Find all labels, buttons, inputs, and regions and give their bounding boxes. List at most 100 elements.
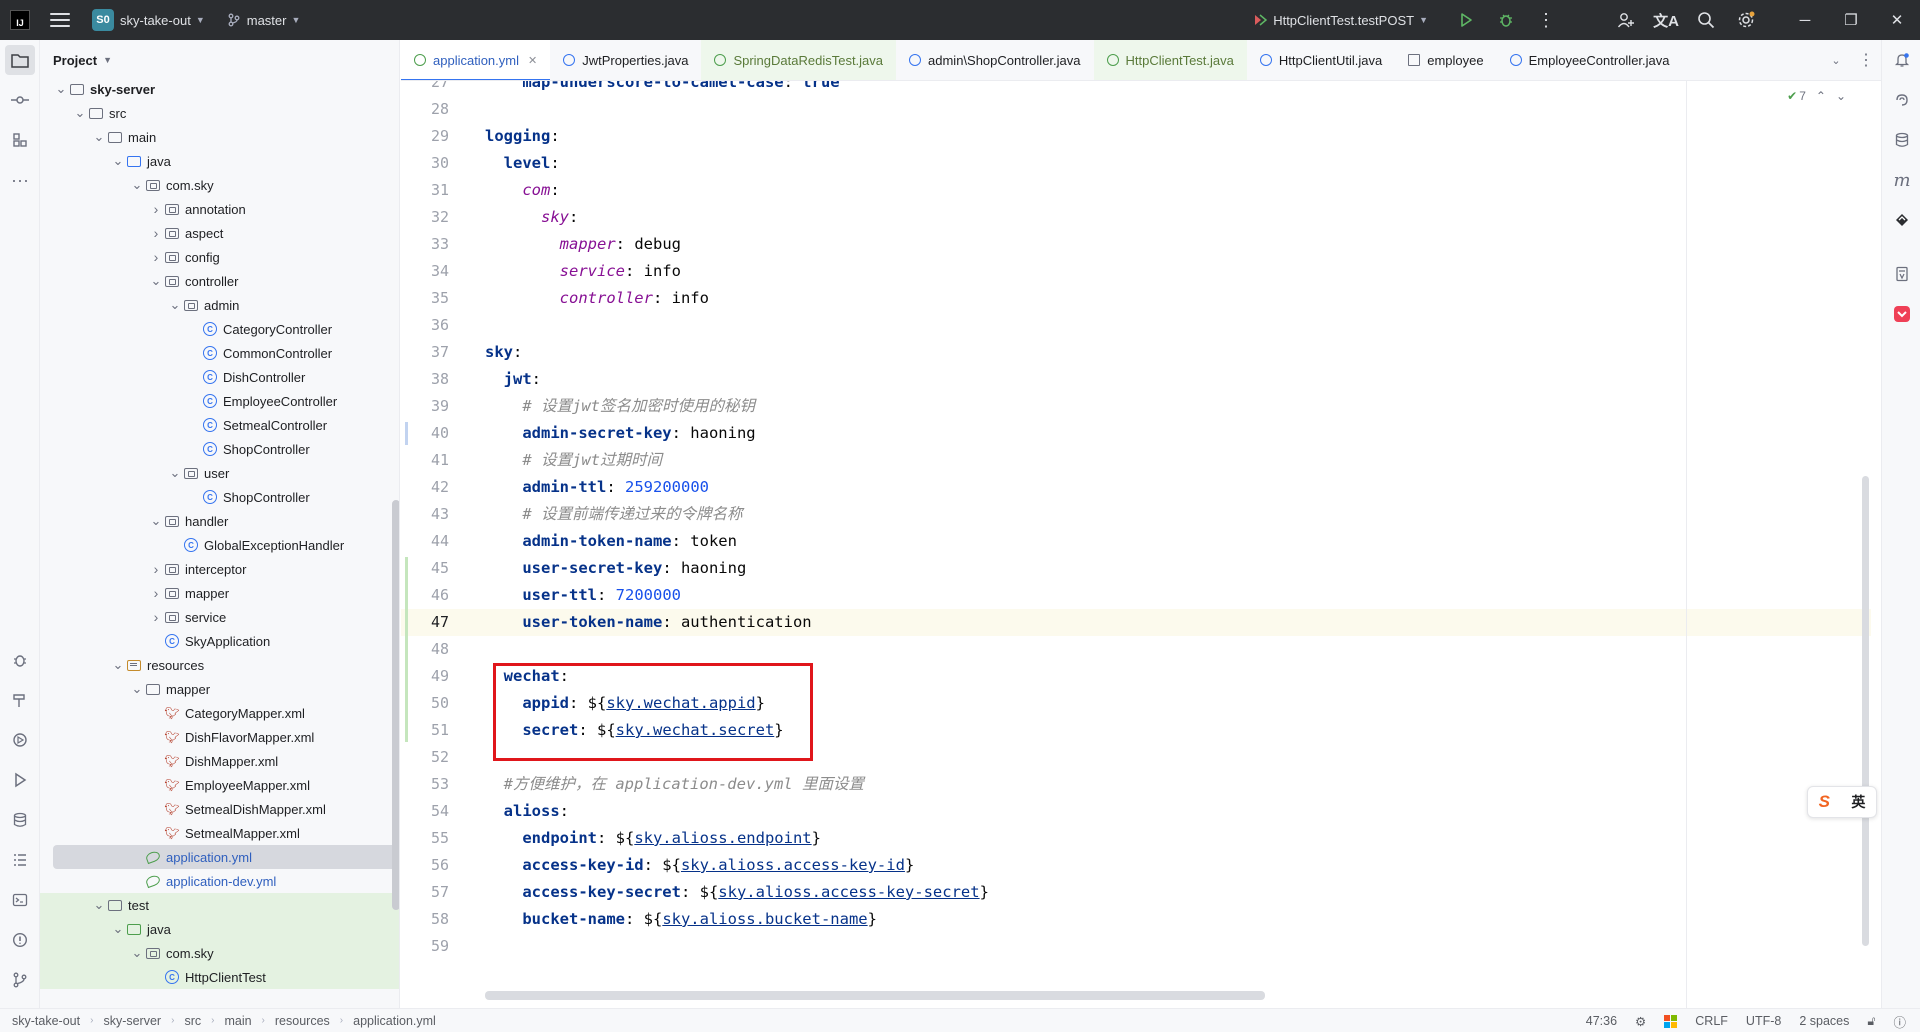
debug-tool-icon[interactable]	[0, 640, 40, 680]
code-line[interactable]: jwt:	[485, 366, 541, 393]
code-line[interactable]: controller: info	[485, 285, 709, 312]
hector-icon[interactable]: ⚙	[1635, 1014, 1646, 1029]
editor-tab[interactable]: EmployeeController.java	[1497, 40, 1683, 80]
editor-vertical-scrollbar[interactable]	[1862, 476, 1869, 946]
add-user-icon[interactable]	[1606, 0, 1646, 40]
debug-icon[interactable]	[1486, 0, 1526, 40]
structure-tool-icon[interactable]	[0, 120, 40, 160]
restore-button[interactable]: ❐	[1828, 0, 1874, 40]
tree-item[interactable]: 🐦︎ SetmealDishMapper.xml	[40, 797, 399, 821]
chevron-down-icon[interactable]: ⌄	[129, 177, 145, 193]
project-panel-header[interactable]: Project ▼	[40, 40, 399, 80]
property-reference[interactable]: sky.alioss.access-key-id	[681, 856, 905, 874]
tree-item[interactable]: ⌄ sky-server	[40, 77, 399, 101]
editor-tab[interactable]: JwtProperties.java	[550, 40, 701, 80]
code-line[interactable]: user-ttl: 7200000	[485, 582, 681, 609]
code-line[interactable]: #方便维护，在 application-dev.yml 里面设置	[485, 771, 864, 798]
close-tab-icon[interactable]: ✕	[528, 54, 537, 67]
tree-item[interactable]: C SetmealController	[40, 413, 399, 437]
inspection-widget[interactable]: ✔ 7 ⌃ ⌄	[1787, 89, 1846, 103]
breadcrumb-item[interactable]: resources	[275, 1014, 330, 1028]
tree-item[interactable]: ⌄ com.sky	[40, 941, 399, 965]
project-badge[interactable]: S0	[92, 9, 114, 31]
file-encoding[interactable]: UTF-8	[1746, 1014, 1781, 1028]
caret-position[interactable]: 47:36	[1586, 1014, 1617, 1028]
plugin-bird-icon[interactable]	[1882, 200, 1920, 240]
chevron-down-icon[interactable]: ⌄	[129, 945, 145, 961]
tree-item[interactable]: › config	[40, 245, 399, 269]
project-scrollbar[interactable]	[392, 500, 399, 910]
pocket-plugin-icon[interactable]	[1882, 294, 1920, 334]
tree-item[interactable]: C SkyApplication	[40, 629, 399, 653]
tabs-dropdown-icon[interactable]: ⌄	[1821, 40, 1851, 80]
tree-item[interactable]: C ShopController	[40, 485, 399, 509]
terminal-tool-icon[interactable]	[0, 880, 40, 920]
more-tools-icon[interactable]: ···	[0, 160, 40, 200]
code-line[interactable]: admin-token-name: token	[485, 528, 737, 555]
vcs-change-marker[interactable]	[405, 557, 408, 742]
tree-item[interactable]: C CategoryController	[40, 317, 399, 341]
code-line[interactable]: # 设置jwt签名加密时使用的秘钥	[485, 393, 755, 420]
chevron-down-icon[interactable]: ⌄	[91, 129, 107, 145]
tree-item[interactable]: 🐦︎ SetmealMapper.xml	[40, 821, 399, 845]
commit-tool-icon[interactable]	[0, 80, 40, 120]
code-line[interactable]: user-token-name: authentication	[485, 609, 811, 636]
code-line[interactable]: # 设置前端传递过来的令牌名称	[485, 501, 742, 528]
project-name[interactable]: sky-take-out	[120, 13, 191, 28]
code-line[interactable]: user-secret-key: haoning	[485, 555, 746, 582]
chevron-down-icon[interactable]: ⌄	[148, 273, 164, 289]
run-icon[interactable]	[1446, 0, 1486, 40]
line-separator[interactable]: CRLF	[1695, 1014, 1728, 1028]
editor-tab[interactable]: admin\ShopController.java	[896, 40, 1093, 80]
minimize-button[interactable]: ─	[1782, 0, 1828, 40]
breadcrumb-item[interactable]: main	[224, 1014, 251, 1028]
tree-item[interactable]: C EmployeeController	[40, 389, 399, 413]
tree-item[interactable]: ⌄ mapper	[40, 677, 399, 701]
chevron-down-icon[interactable]: ⌄	[167, 297, 183, 313]
run-tool-icon[interactable]	[0, 760, 40, 800]
tree-item[interactable]: ⌄ admin	[40, 293, 399, 317]
ime-indicator[interactable]: S 英	[1807, 786, 1877, 818]
main-menu-icon[interactable]	[50, 13, 70, 27]
tree-item[interactable]: ⌄ main	[40, 125, 399, 149]
code-line[interactable]: # 设置jwt过期时间	[485, 447, 662, 474]
editor-tab[interactable]: employee	[1395, 40, 1496, 80]
chevron-down-icon[interactable]: ⌄	[72, 105, 88, 121]
run-configuration-selector[interactable]: HttpClientTest.testPOST ▼	[1251, 12, 1428, 28]
code-line[interactable]: logging:	[485, 123, 560, 150]
code-line[interactable]: mapper: debug	[485, 231, 681, 258]
tree-item[interactable]: ⌄ user	[40, 461, 399, 485]
tree-item[interactable]: ⌄ controller	[40, 269, 399, 293]
breadcrumb-item[interactable]: src	[184, 1014, 201, 1028]
git-tool-icon[interactable]	[0, 960, 40, 1000]
tree-item[interactable]: C HttpClientTest	[40, 965, 399, 989]
next-highlight-icon[interactable]: ⌄	[1836, 89, 1846, 103]
code-line[interactable]: com:	[485, 177, 559, 204]
vcs-change-marker[interactable]	[405, 422, 408, 445]
previous-highlight-icon[interactable]: ⌃	[1816, 89, 1826, 103]
chevron-right-icon[interactable]: ›	[148, 225, 164, 241]
todo-list-icon[interactable]	[0, 840, 40, 880]
tree-item[interactable]: application.yml	[40, 845, 399, 869]
code-line[interactable]: service: info	[485, 258, 681, 285]
code-line[interactable]: level:	[485, 150, 560, 177]
chevron-down-icon[interactable]: ⌄	[91, 897, 107, 913]
tree-item[interactable]: C ShopController	[40, 437, 399, 461]
chevron-down-icon[interactable]: ⌄	[129, 681, 145, 697]
problems-tool-icon[interactable]	[0, 920, 40, 960]
chevron-right-icon[interactable]: ›	[148, 249, 164, 265]
editor-tab[interactable]: HttpClientUtil.java	[1247, 40, 1395, 80]
tree-item[interactable]: 🐦︎ EmployeeMapper.xml	[40, 773, 399, 797]
build-hammer-icon[interactable]	[0, 680, 40, 720]
chevron-down-icon[interactable]: ⌄	[148, 513, 164, 529]
code-line[interactable]: bucket-name: ${sky.alioss.bucket-name}	[485, 906, 877, 933]
branch-name[interactable]: master	[247, 13, 287, 28]
property-reference[interactable]: sky.alioss.endpoint	[634, 829, 811, 847]
code-line[interactable]: access-key-secret: ${sky.alioss.access-k…	[485, 879, 989, 906]
property-reference[interactable]: sky.alioss.bucket-name	[662, 910, 867, 928]
services-tool-icon[interactable]	[0, 720, 40, 760]
chevron-right-icon[interactable]: ›	[148, 609, 164, 625]
code-line[interactable]: access-key-id: ${sky.alioss.access-key-i…	[485, 852, 914, 879]
chevron-down-icon[interactable]: ⌄	[110, 657, 126, 673]
close-window-button[interactable]: ✕	[1874, 0, 1920, 40]
